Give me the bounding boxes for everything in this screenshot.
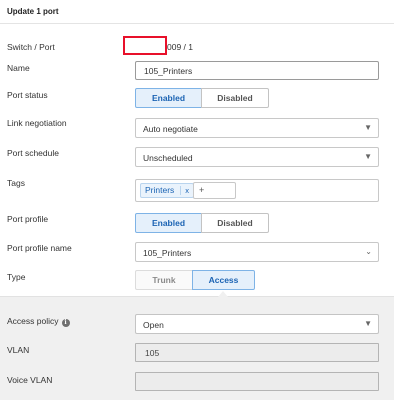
remove-tag-icon[interactable]: x: [180, 186, 190, 195]
port-profile-enabled-button[interactable]: Enabled: [135, 213, 202, 233]
name-input-value: 105_Printers: [144, 66, 193, 76]
type-label: Type: [7, 272, 26, 282]
port-status-label: Port status: [7, 90, 48, 100]
caret-down-icon: ▼: [364, 319, 372, 328]
vlan-value: 105: [145, 348, 160, 358]
port-schedule-label: Port schedule: [7, 148, 59, 158]
voice-vlan-field[interactable]: [135, 372, 379, 391]
dialog-header: Update 1 port: [0, 0, 394, 24]
vlan-field[interactable]: 105: [135, 343, 379, 362]
port-profile-disabled-button[interactable]: Disabled: [201, 213, 269, 233]
name-label: Name: [7, 63, 30, 73]
dialog-title: Update 1 port: [7, 7, 59, 16]
tags-input[interactable]: Printers x +: [135, 179, 379, 202]
info-circle-icon[interactable]: i: [61, 319, 70, 327]
chevron-down-icon: ⌄: [365, 247, 372, 256]
vlan-label: VLAN: [7, 345, 30, 355]
section-pointer: [218, 291, 228, 297]
access-policy-value: Open: [143, 320, 164, 330]
link-negotiation-label: Link negotiation: [7, 118, 67, 128]
port-profile-label: Port profile: [7, 214, 49, 224]
caret-down-icon: ▼: [364, 152, 372, 161]
link-negotiation-value: Auto negotiate: [143, 124, 198, 134]
voice-vlan-label: Voice VLAN: [7, 375, 53, 385]
port-status-disabled-button[interactable]: Disabled: [201, 88, 269, 108]
port-status-enabled-button[interactable]: Enabled: [135, 88, 202, 108]
port-schedule-value: Unscheduled: [143, 153, 193, 163]
tag-chip: Printers x: [140, 183, 195, 198]
access-policy-label: Access policy i: [7, 316, 70, 327]
link-negotiation-select[interactable]: Auto negotiate ▼: [135, 118, 379, 138]
access-policy-label-text: Access policy: [7, 316, 59, 326]
port-profile-name-label: Port profile name: [7, 243, 72, 253]
type-access-button[interactable]: Access: [192, 270, 255, 290]
caret-down-icon: ▼: [364, 123, 372, 132]
redaction-box: [123, 36, 167, 55]
tags-label: Tags: [7, 178, 25, 188]
add-tag-input[interactable]: +: [193, 182, 236, 199]
name-input[interactable]: 105_Printers: [135, 61, 379, 80]
port-profile-name-value: 105_Printers: [143, 248, 192, 258]
access-policy-select[interactable]: Open ▼: [135, 314, 379, 334]
port-profile-name-select[interactable]: 105_Printers ⌄: [135, 242, 379, 262]
switch-port-value: 009 / 1: [167, 42, 193, 52]
type-trunk-button[interactable]: Trunk: [135, 270, 193, 290]
tag-chip-label: Printers: [145, 185, 175, 195]
port-schedule-select[interactable]: Unscheduled ▼: [135, 147, 379, 167]
switch-port-label: Switch / Port: [7, 42, 55, 52]
